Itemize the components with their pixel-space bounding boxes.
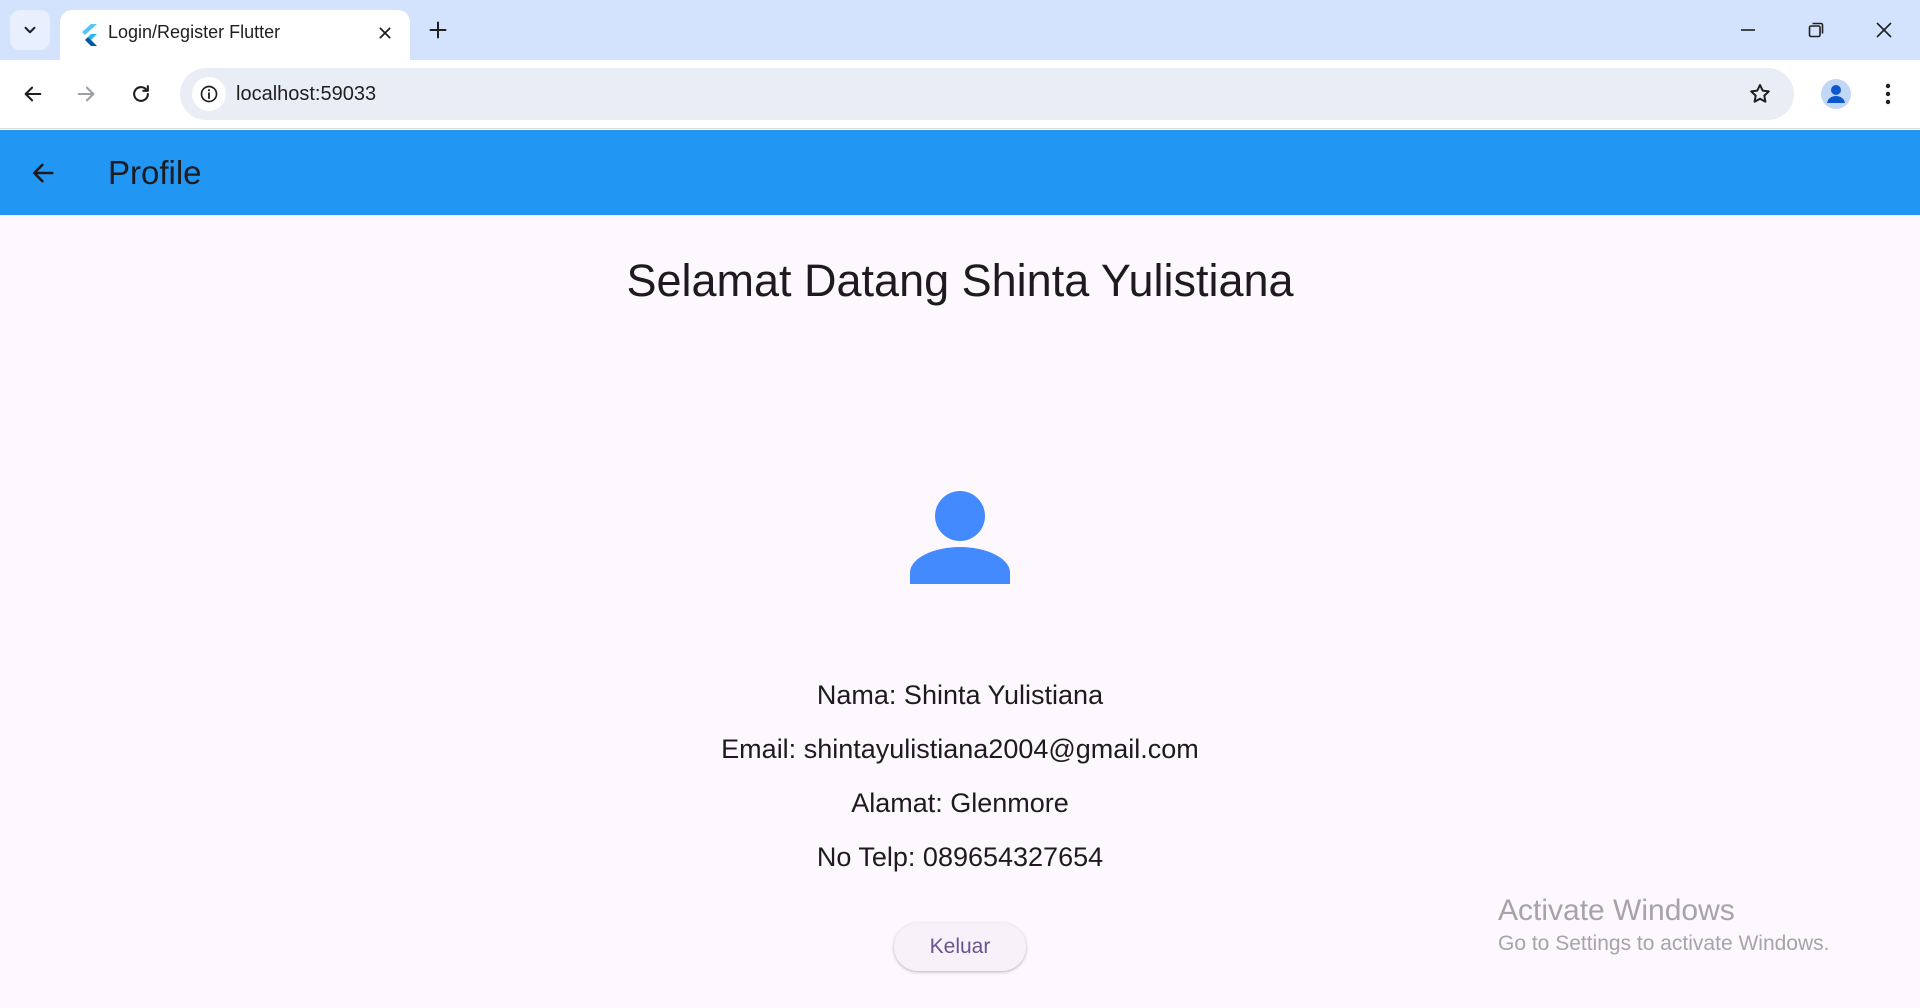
arrow-left-icon xyxy=(24,86,42,102)
activation-watermark: Activate Windows Go to Settings to activ… xyxy=(1498,892,1830,958)
address-bar[interactable]: localhost:59033 xyxy=(180,68,1794,120)
back-button[interactable] xyxy=(13,74,53,114)
page-title: Profile xyxy=(108,154,202,191)
restore-icon xyxy=(1808,22,1824,38)
arrow-right-icon xyxy=(77,86,95,102)
close-icon xyxy=(1876,22,1892,38)
site-info-button[interactable] xyxy=(192,77,226,111)
app-back-button[interactable] xyxy=(20,150,66,196)
chevron-down-icon xyxy=(24,26,36,34)
profile-email: Email: shintayulistiana2004@gmail.com xyxy=(721,734,1199,764)
reload-button[interactable] xyxy=(121,74,161,114)
browser-toolbar: localhost:59033 xyxy=(0,60,1920,129)
logout-button[interactable]: Keluar xyxy=(894,923,1026,971)
browser-tab[interactable]: Login/Register Flutter xyxy=(60,10,410,60)
browser-tab-strip: Login/Register Flutter xyxy=(0,0,1920,60)
app-bar: Profile xyxy=(0,130,1920,215)
forward-button[interactable] xyxy=(66,74,106,114)
info-icon xyxy=(200,85,218,103)
watermark-title: Activate Windows xyxy=(1498,894,1735,927)
welcome-heading: Selamat Datang Shinta Yulistiana xyxy=(626,255,1294,306)
star-icon xyxy=(1750,84,1770,103)
browser-menu-button[interactable] xyxy=(1868,74,1908,114)
minimize-icon xyxy=(1741,29,1755,31)
vertical-dots-icon xyxy=(1885,83,1891,105)
bookmark-button[interactable] xyxy=(1744,78,1776,110)
close-window-button[interactable] xyxy=(1860,6,1908,54)
profile-content: Selamat Datang Shinta Yulistiana Nama: S… xyxy=(0,215,1920,1008)
minimize-button[interactable] xyxy=(1724,6,1772,54)
profile-phone: No Telp: 089654327654 xyxy=(816,842,1104,872)
plus-icon xyxy=(429,21,447,39)
flutter-icon xyxy=(74,20,104,50)
arrow-left-icon xyxy=(32,163,54,183)
profile-name: Nama: Shinta Yulistiana xyxy=(816,680,1104,710)
url-text[interactable]: localhost:59033 xyxy=(236,68,376,120)
restore-button[interactable] xyxy=(1792,6,1840,54)
person-icon xyxy=(1821,79,1851,109)
reload-icon xyxy=(133,85,149,102)
profile-button[interactable] xyxy=(1816,74,1856,114)
profile-address: Alamat: Glenmore xyxy=(851,788,1069,818)
watermark-subtitle: Go to Settings to activate Windows. xyxy=(1498,932,1830,955)
tab-search-button[interactable] xyxy=(10,10,50,50)
tab-close-button[interactable] xyxy=(372,20,398,46)
tab-title: Login/Register Flutter xyxy=(108,22,281,42)
person-icon xyxy=(900,480,1020,600)
close-icon xyxy=(379,27,391,39)
new-tab-button[interactable] xyxy=(420,12,456,48)
